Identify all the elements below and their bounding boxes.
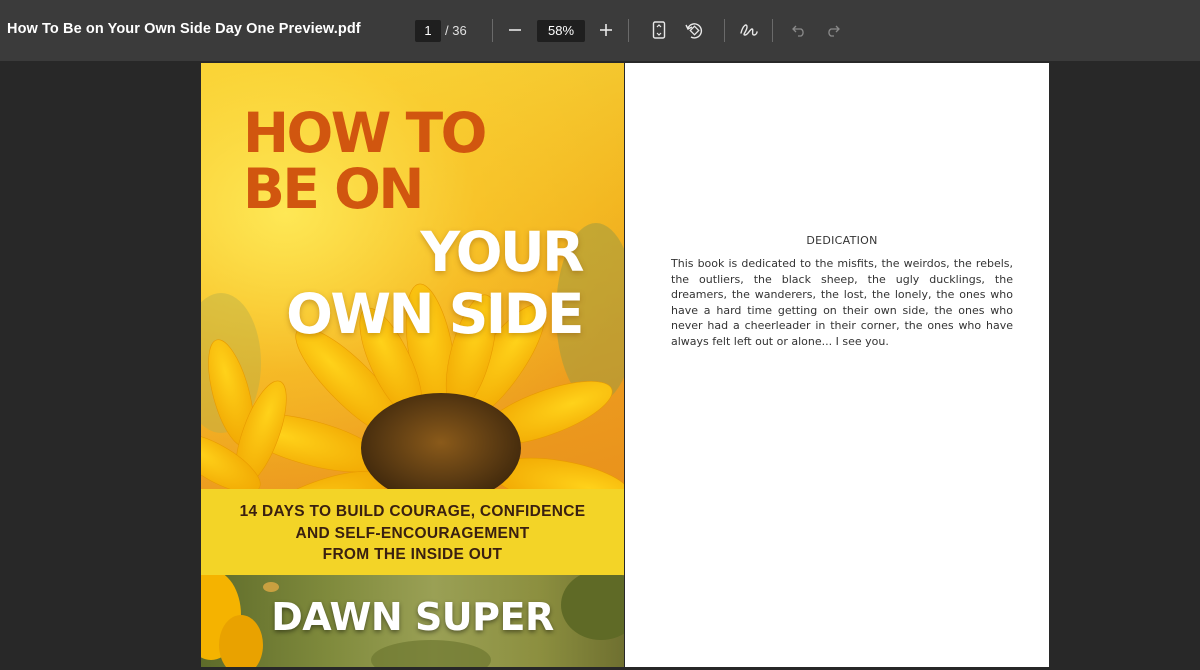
redo-icon — [828, 25, 840, 37]
subtitle-line: FROM THE INSIDE OUT — [322, 546, 503, 563]
redo-button[interactable] — [819, 16, 847, 44]
zoom-in-button[interactable] — [592, 16, 620, 44]
document-title: How To Be on Your Own Side Day One Previ… — [7, 21, 361, 37]
pdf-toolbar: How To Be on Your Own Side Day One Previ… — [0, 0, 1200, 61]
draw-icon — [740, 24, 758, 36]
cover-title-top: HOW TO BE ON — [243, 101, 487, 221]
cover-title-bottom: YOUR OWN SIDE — [286, 220, 584, 346]
cover-title-line: OWN SIDE — [286, 282, 584, 346]
page-total: / 36 — [445, 23, 467, 38]
rotate-button[interactable] — [680, 16, 708, 44]
toolbar-divider — [724, 19, 725, 42]
dedication-page: DEDICATION This book is dedicated to the… — [625, 63, 1049, 667]
page-number-input[interactable]: 1 — [415, 20, 441, 42]
zoom-out-icon — [509, 29, 521, 31]
cover-title-line: YOUR — [420, 220, 584, 284]
subtitle-line: AND SELF-ENCOURAGEMENT — [295, 524, 530, 542]
toolbar-divider — [492, 19, 493, 42]
cover-title-line: BE ON — [243, 157, 424, 221]
book-cover-page: HOW TO BE ON YOUR OWN SIDE 14 DAYS TO BU… — [201, 63, 624, 667]
undo-icon — [792, 25, 804, 37]
undo-button[interactable] — [785, 16, 813, 44]
fit-page-icon — [652, 21, 666, 39]
zoom-out-button[interactable] — [501, 16, 529, 44]
cover-title-line: HOW TO — [243, 101, 487, 165]
draw-button[interactable] — [735, 16, 763, 44]
dedication-text: This book is dedicated to the misfits, t… — [671, 257, 1013, 348]
subtitle-line: 14 DAYS TO BUILD COURAGE, CONFIDENCE — [239, 503, 586, 520]
toolbar-divider — [628, 19, 629, 42]
cover-author: DAWN SUPER — [271, 595, 554, 639]
cover-subtitle: 14 DAYS TO BUILD COURAGE, CONFIDENCE AND… — [201, 501, 624, 566]
fit-to-page-button[interactable] — [645, 16, 673, 44]
toolbar-divider — [772, 19, 773, 42]
dedication-heading: DEDICATION — [806, 234, 878, 247]
zoom-in-icon — [600, 24, 612, 36]
rotate-icon — [685, 23, 703, 39]
zoom-level-input[interactable]: 58% — [537, 20, 585, 42]
